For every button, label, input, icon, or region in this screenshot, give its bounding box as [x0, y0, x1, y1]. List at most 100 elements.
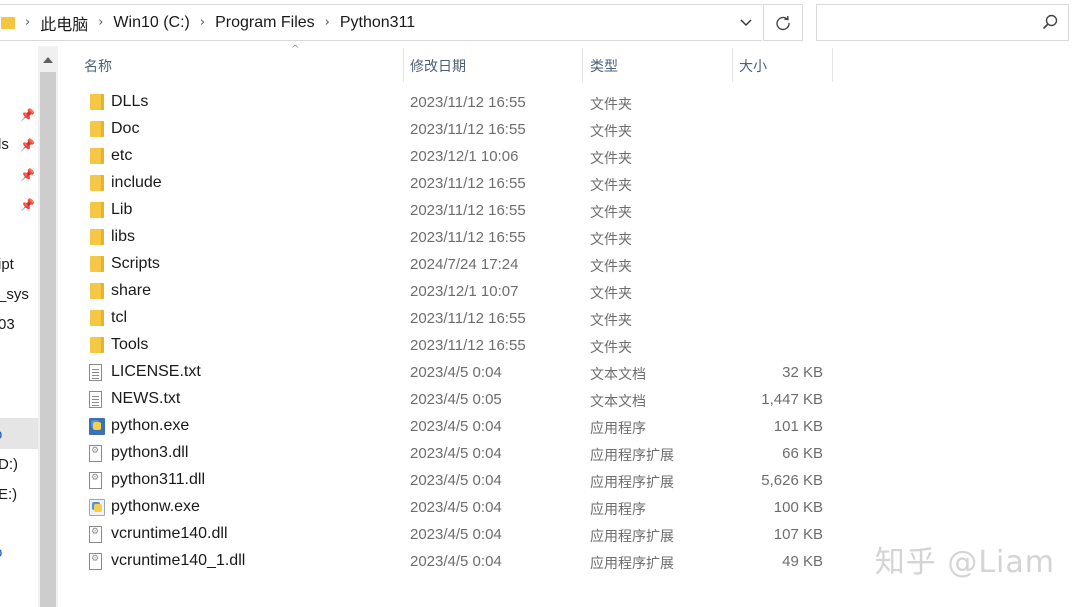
file-row[interactable]: DLLs 2023/11/12 16:55 文件夹: [58, 89, 1083, 116]
chevron-right-icon[interactable]: ›: [200, 15, 205, 30]
file-modified-date: 2023/11/12 16:55: [410, 202, 526, 219]
file-modified-date: 2024/7/24 17:24: [410, 256, 519, 273]
file-size: 66 KB: [782, 445, 823, 462]
file-type: 应用程序扩展: [590, 528, 674, 544]
file-row[interactable]: python311.dll 2023/4/5 0:04 应用程序扩展 5,626 KB: [58, 467, 1083, 494]
folder-icon: [90, 202, 104, 218]
column-header-type[interactable]: 类型: [590, 56, 618, 76]
column-divider[interactable]: [582, 48, 583, 82]
file-row[interactable]: etc 2023/12/1 10:06 文件夹: [58, 143, 1083, 170]
column-divider[interactable]: [732, 48, 733, 82]
folder-icon: [90, 175, 104, 191]
address-toolbar: › 此电脑 › Win10 (C:) › Program Files › Pyt…: [0, 0, 1083, 46]
scroll-thumb[interactable]: [40, 72, 56, 607]
file-size: 1,447 KB: [761, 391, 823, 408]
pythonw-exe-icon: [89, 499, 105, 516]
chevron-right-icon[interactable]: ›: [25, 15, 30, 30]
nav-item[interactable]: _sys: [0, 286, 29, 303]
file-name: vcruntime140.dll: [111, 525, 228, 542]
folder-icon: [90, 229, 104, 245]
folder-icon: [90, 310, 104, 326]
chevron-right-icon[interactable]: ›: [98, 15, 103, 30]
file-name: Scripts: [111, 255, 160, 272]
file-name: python3.dll: [111, 444, 189, 461]
column-header-name[interactable]: 名称: [84, 56, 112, 76]
address-dropdown-button[interactable]: [730, 4, 762, 41]
scroll-up-button[interactable]: [38, 50, 58, 70]
file-type: 文件夹: [590, 285, 632, 301]
file-type: 文件夹: [590, 177, 632, 193]
folder-icon: [90, 148, 104, 164]
file-type: 文件夹: [590, 339, 632, 355]
nav-item[interactable]: 03: [0, 316, 15, 333]
sort-ascending-icon: ^: [291, 44, 300, 55]
file-type: 文件夹: [590, 204, 632, 220]
file-modified-date: 2023/4/5 0:04: [410, 445, 502, 462]
file-row[interactable]: Scripts 2024/7/24 17:24 文件夹: [58, 251, 1083, 278]
refresh-button[interactable]: [763, 4, 803, 41]
pin-icon[interactable]: 📌: [20, 108, 35, 122]
file-row[interactable]: Lib 2023/11/12 16:55 文件夹: [58, 197, 1083, 224]
pin-icon[interactable]: 📌: [20, 168, 35, 182]
search-icon[interactable]: [1042, 14, 1058, 30]
folder-icon: [1, 16, 15, 29]
pin-icon[interactable]: 📌: [20, 138, 35, 152]
column-divider[interactable]: [832, 48, 833, 82]
column-divider[interactable]: [403, 48, 404, 82]
column-header-size[interactable]: 大小: [739, 56, 767, 76]
breadcrumb-this-pc[interactable]: 此电脑: [40, 11, 88, 35]
address-bar[interactable]: › 此电脑 › Win10 (C:) › Program Files › Pyt…: [0, 4, 761, 41]
watermark: 知乎 @Liam: [874, 545, 1055, 580]
file-size: 101 KB: [773, 418, 823, 435]
file-size: 49 KB: [782, 553, 823, 570]
file-modified-date: 2023/11/12 16:55: [410, 175, 526, 192]
python-exe-icon: [89, 418, 105, 435]
file-name: etc: [111, 147, 133, 164]
file-row[interactable]: pythonw.exe 2023/4/5 0:04 应用程序 100 KB: [58, 494, 1083, 521]
file-name: Lib: [111, 201, 133, 218]
file-type: 应用程序扩展: [590, 474, 674, 490]
file-row[interactable]: tcl 2023/11/12 16:55 文件夹: [58, 305, 1083, 332]
nav-scrollbar[interactable]: [38, 46, 58, 607]
file-type: 文件夹: [590, 150, 632, 166]
file-modified-date: 2023/4/5 0:05: [410, 391, 502, 408]
pin-icon[interactable]: 📌: [20, 198, 35, 212]
file-row[interactable]: Doc 2023/11/12 16:55 文件夹: [58, 116, 1083, 143]
nav-item[interactable]: ipt: [0, 256, 14, 273]
file-row[interactable]: NEWS.txt 2023/4/5 0:05 文本文档 1,447 KB: [58, 386, 1083, 413]
file-row[interactable]: libs 2023/11/12 16:55 文件夹: [58, 224, 1083, 251]
file-row[interactable]: LICENSE.txt 2023/4/5 0:04 文本文档 32 KB: [58, 359, 1083, 386]
file-list: DLLs 2023/11/12 16:55 文件夹 Doc 2023/11/12 16:…: [58, 89, 1083, 575]
file-type: 文本文档: [590, 393, 646, 409]
breadcrumb-python311[interactable]: Python311: [340, 14, 415, 32]
refresh-icon: [776, 15, 790, 30]
file-size: 32 KB: [782, 364, 823, 381]
nav-item[interactable]: E:): [0, 486, 17, 503]
file-row[interactable]: include 2023/11/12 16:55 文件夹: [58, 170, 1083, 197]
file-row[interactable]: Tools 2023/11/12 16:55 文件夹: [58, 332, 1083, 359]
file-type: 文件夹: [590, 123, 632, 139]
file-name: python311.dll: [111, 471, 205, 488]
file-modified-date: 2023/11/12 16:55: [410, 229, 526, 246]
nav-item[interactable]: ls: [0, 136, 9, 153]
file-name: Tools: [111, 336, 149, 353]
nav-item[interactable]: o: [0, 426, 2, 443]
breadcrumb-drive[interactable]: Win10 (C:): [113, 14, 189, 32]
breadcrumb-program-files[interactable]: Program Files: [215, 14, 315, 32]
nav-item[interactable]: D:): [0, 456, 18, 473]
file-row[interactable]: python.exe 2023/4/5 0:04 应用程序 101 KB: [58, 413, 1083, 440]
folder-icon: [90, 256, 104, 272]
column-header-date[interactable]: 修改日期: [410, 56, 466, 76]
chevron-right-icon[interactable]: ›: [325, 15, 330, 30]
file-modified-date: 2023/4/5 0:04: [410, 526, 502, 543]
nav-item[interactable]: o: [0, 544, 2, 561]
file-name: include: [111, 174, 162, 191]
file-name: share: [111, 282, 152, 299]
file-name: Doc: [111, 120, 140, 137]
search-input[interactable]: [816, 4, 1069, 41]
file-row[interactable]: python3.dll 2023/4/5 0:04 应用程序扩展 66 KB: [58, 440, 1083, 467]
chevron-up-icon: [43, 57, 53, 63]
file-modified-date: 2023/12/1 10:07: [410, 283, 519, 300]
file-type: 应用程序: [590, 420, 646, 436]
file-row[interactable]: share 2023/12/1 10:07 文件夹: [58, 278, 1083, 305]
